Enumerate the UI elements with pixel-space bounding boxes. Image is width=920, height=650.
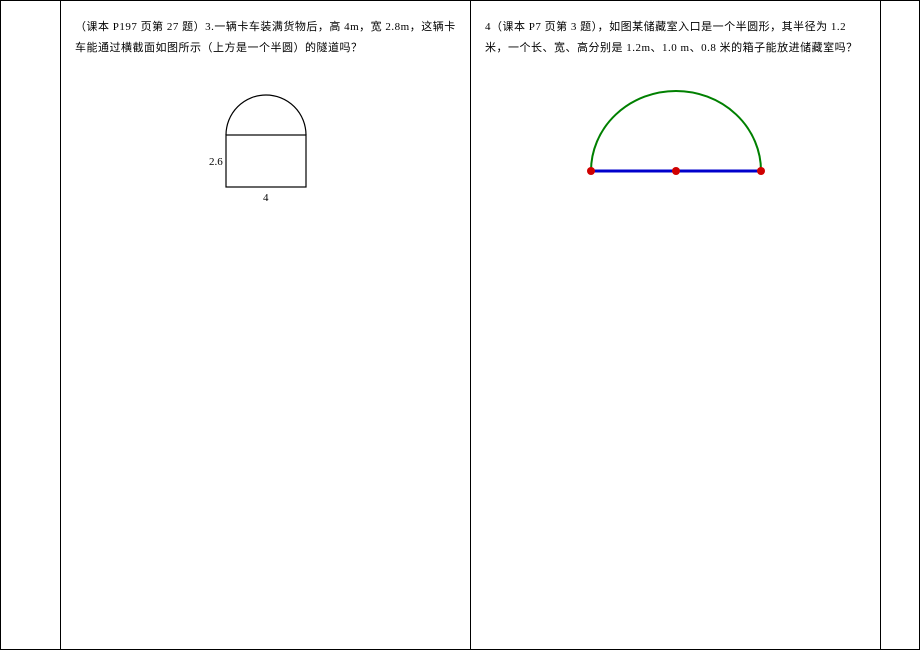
problem-4-source: 4（课本 P7 页第 3 题），: [485, 21, 609, 33]
problem-column-left: （课本 P197 页第 27 题）3.一辆卡车装满货物后，高 4m，宽 2.8m…: [61, 1, 471, 649]
tunnel-diagram-icon: 2.6 4: [191, 79, 341, 209]
tunnel-width-label: 4: [263, 192, 269, 204]
left-margin-column: [1, 1, 61, 649]
problem-3-source: （课本 P197 页第 27 题）3.: [75, 21, 214, 33]
problem-3-text: （课本 P197 页第 27 题）3.一辆卡车装满货物后，高 4m，宽 2.8m…: [75, 17, 456, 59]
tunnel-height-label: 2.6: [209, 156, 223, 168]
problem-column-right: 4（课本 P7 页第 3 题），如图某储藏室入口是一个半圆形，其半径为 1.2 …: [471, 1, 881, 649]
point-left-icon: [587, 167, 595, 175]
point-center-icon: [672, 167, 680, 175]
semicircle-diagram-icon: [566, 79, 786, 199]
problem-4-text: 4（课本 P7 页第 3 题），如图某储藏室入口是一个半圆形，其半径为 1.2 …: [485, 17, 866, 59]
tunnel-figure: 2.6 4: [75, 79, 456, 209]
point-right-icon: [757, 167, 765, 175]
worksheet-page: （课本 P197 页第 27 题）3.一辆卡车装满货物后，高 4m，宽 2.8m…: [0, 0, 920, 650]
semicircle-figure: [485, 79, 866, 199]
right-margin-column: [881, 1, 919, 649]
